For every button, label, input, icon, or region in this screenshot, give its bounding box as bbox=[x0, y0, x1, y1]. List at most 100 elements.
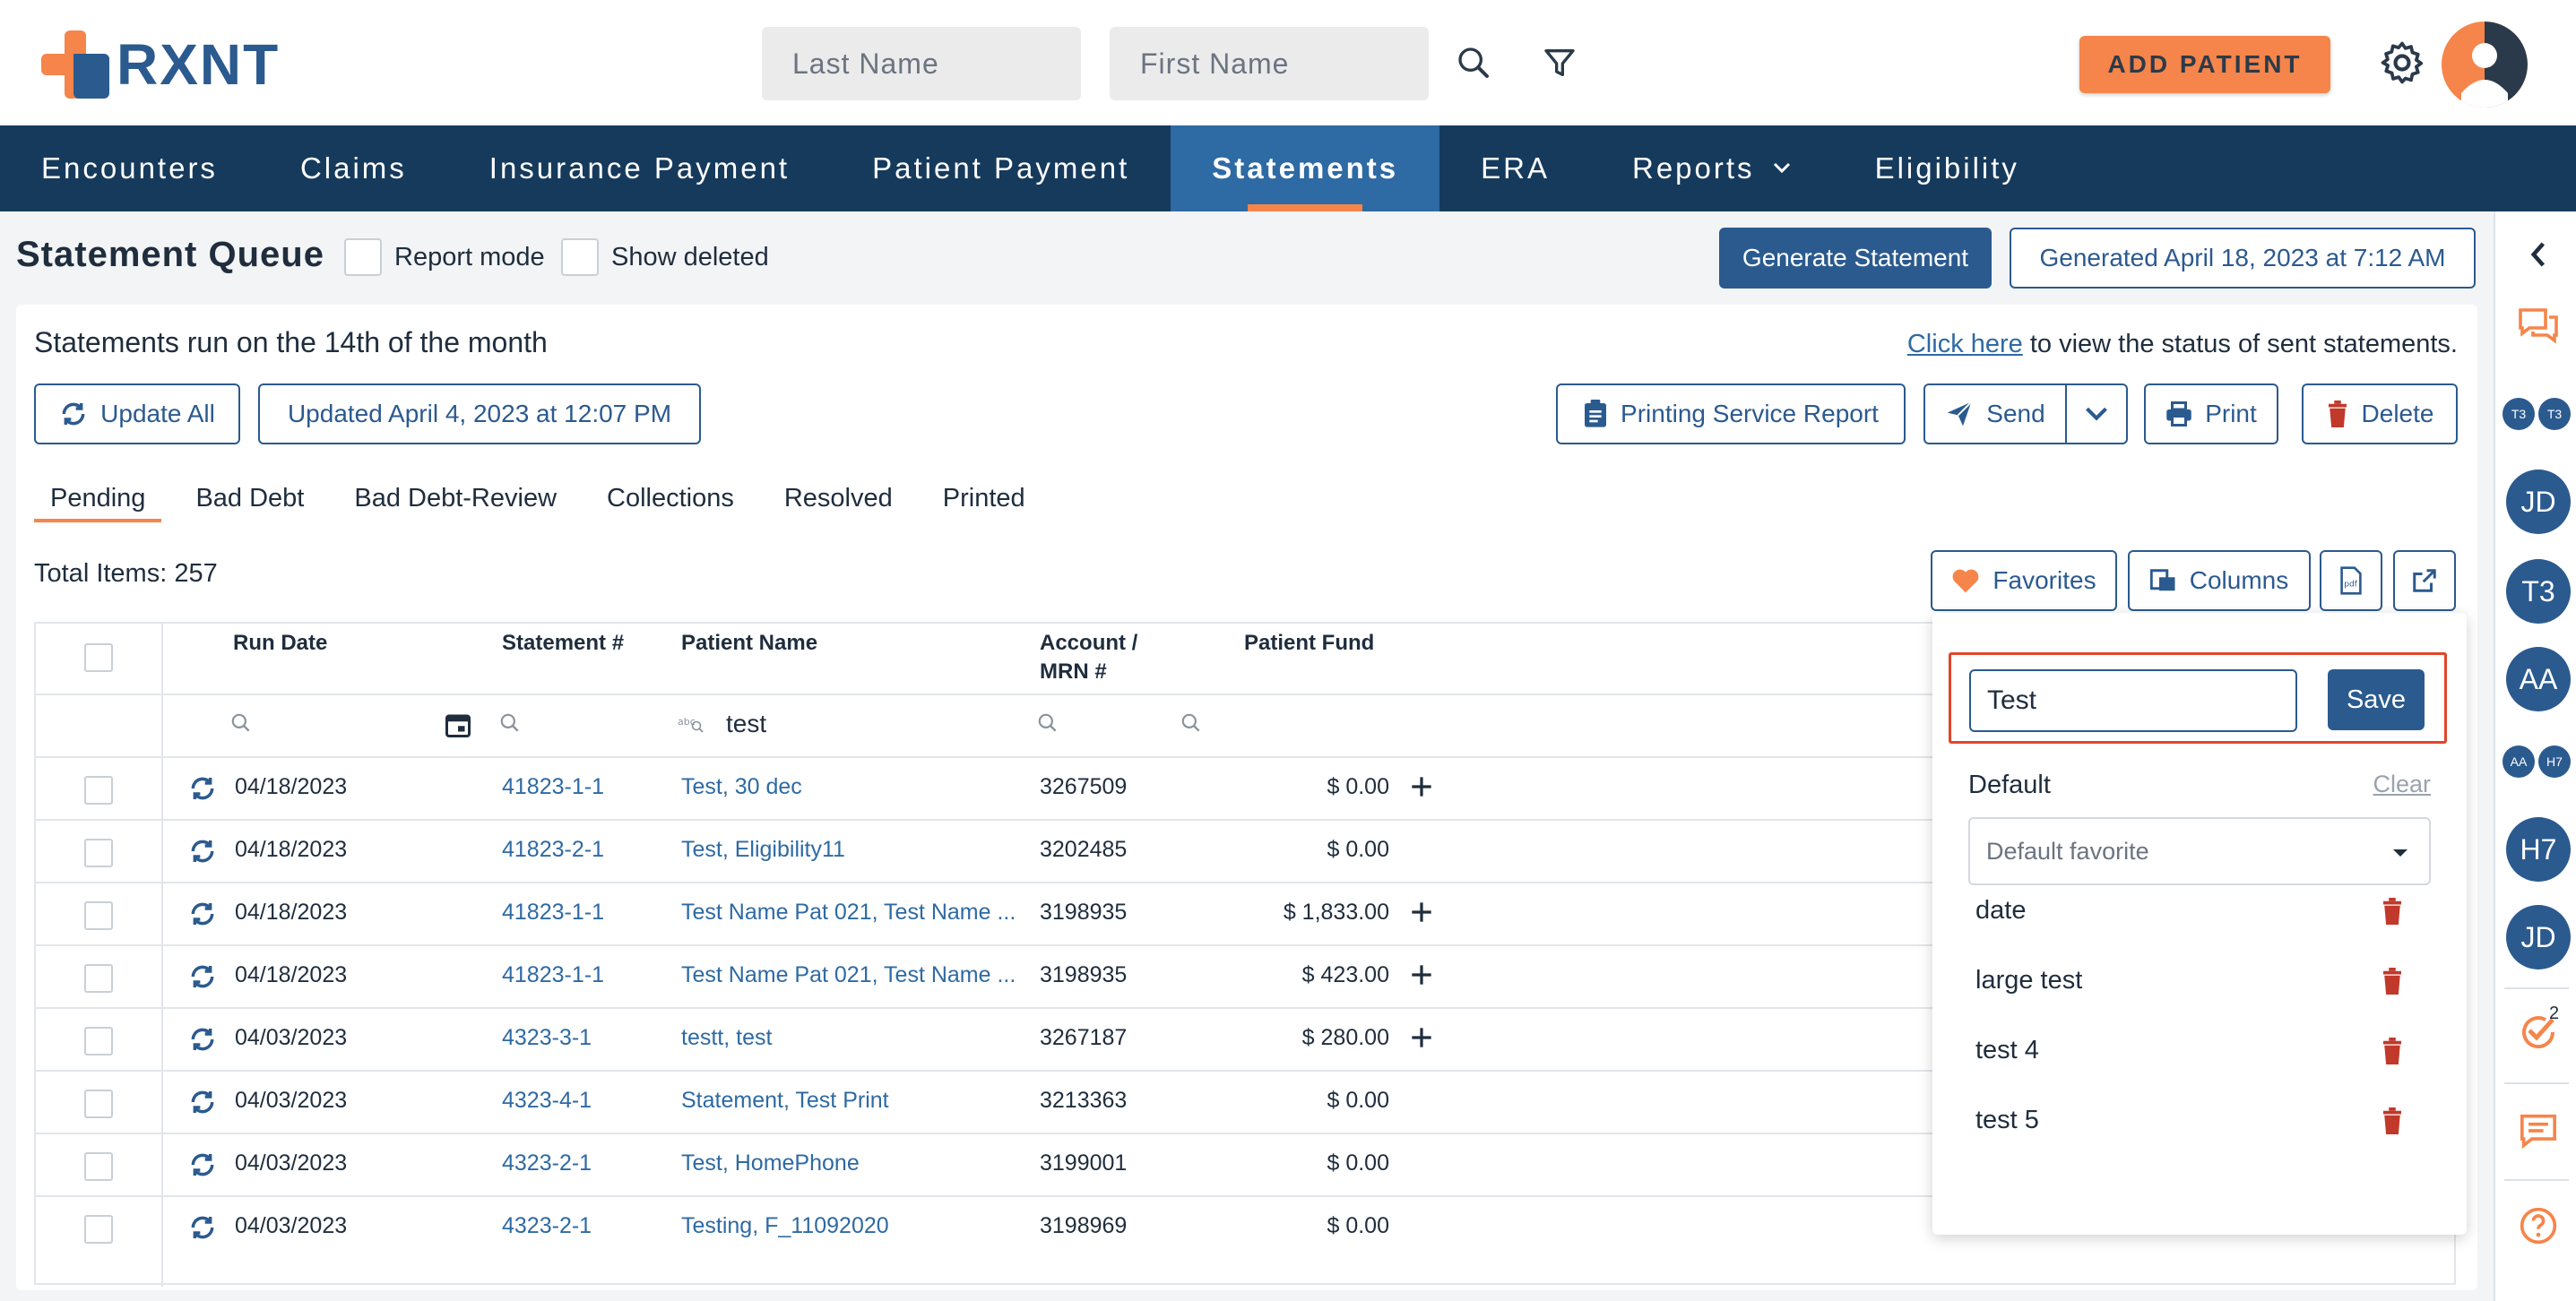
rail-avatar[interactable]: JD bbox=[2506, 470, 2571, 534]
nav-era[interactable]: ERA bbox=[1439, 125, 1591, 211]
refresh-icon[interactable] bbox=[188, 837, 217, 870]
favorite-item[interactable]: date bbox=[1975, 896, 2026, 926]
default-favorite-select[interactable]: Default favorite bbox=[1968, 817, 2431, 885]
header-patient-name[interactable]: Patient Name bbox=[681, 629, 817, 658]
row-checkbox[interactable] bbox=[84, 1027, 113, 1055]
select-all-checkbox[interactable] bbox=[84, 643, 113, 672]
tab-collections[interactable]: Collections bbox=[591, 484, 750, 522]
columns-button[interactable]: Columns bbox=[2128, 550, 2311, 611]
message-icon[interactable] bbox=[2515, 1107, 2562, 1154]
nav-claims[interactable]: Claims bbox=[259, 125, 448, 211]
row-checkbox[interactable] bbox=[84, 1152, 113, 1181]
cell-statement-link[interactable]: 4323-2-1 bbox=[502, 1213, 592, 1239]
row-checkbox[interactable] bbox=[84, 776, 113, 805]
generate-statement-button[interactable]: Generate Statement bbox=[1719, 228, 1992, 289]
report-mode-toggle[interactable]: Report mode bbox=[344, 238, 545, 276]
header-account-line1[interactable]: Account / bbox=[1040, 629, 1137, 658]
tab-bad-debt[interactable]: Bad Debt bbox=[179, 484, 320, 522]
search-icon[interactable] bbox=[1180, 711, 1203, 739]
refresh-icon[interactable] bbox=[188, 1088, 217, 1121]
search-icon[interactable] bbox=[498, 711, 522, 739]
tab-resolved[interactable]: Resolved bbox=[768, 484, 909, 522]
rail-avatar[interactable]: JD bbox=[2506, 905, 2571, 969]
chat-bubbles-icon[interactable] bbox=[2515, 303, 2562, 349]
show-deleted-toggle[interactable]: Show deleted bbox=[561, 238, 769, 276]
send-button[interactable]: Send bbox=[1923, 383, 2067, 444]
show-deleted-checkbox[interactable] bbox=[561, 238, 599, 276]
nav-reports[interactable]: Reports bbox=[1591, 125, 1834, 211]
row-checkbox[interactable] bbox=[84, 839, 113, 867]
export-button[interactable] bbox=[2393, 550, 2456, 611]
cell-statement-link[interactable]: 4323-2-1 bbox=[502, 1150, 592, 1176]
update-all-button[interactable]: Update All bbox=[34, 383, 240, 444]
pdf-export-button[interactable]: pdf bbox=[2320, 550, 2382, 611]
refresh-icon[interactable] bbox=[188, 962, 217, 995]
nav-encounters[interactable]: Encounters bbox=[0, 125, 259, 211]
calendar-icon[interactable] bbox=[445, 711, 471, 743]
user-avatar[interactable] bbox=[2442, 22, 2528, 108]
favorite-item[interactable]: test 5 bbox=[1975, 1106, 2039, 1135]
cell-patient-name-link[interactable]: Test, Eligibility11 bbox=[681, 837, 1024, 863]
search-icon[interactable] bbox=[1036, 711, 1059, 739]
task-check-icon[interactable]: 2 bbox=[2515, 1004, 2562, 1055]
refresh-icon[interactable] bbox=[188, 1025, 217, 1058]
nav-eligibility[interactable]: Eligibility bbox=[1834, 125, 2061, 211]
search-icon[interactable] bbox=[229, 711, 253, 739]
rail-badge[interactable]: T3 bbox=[2538, 398, 2571, 430]
printing-service-report-button[interactable]: Printing Service Report bbox=[1556, 383, 1906, 444]
tab-pending[interactable]: Pending bbox=[34, 484, 162, 522]
clear-default-link[interactable]: Clear bbox=[2373, 771, 2431, 798]
cell-patient-name-link[interactable]: Test Name Pat 021, Test Name ... bbox=[681, 900, 1024, 926]
text-filter-icon[interactable]: abc bbox=[678, 711, 705, 739]
generated-at-button[interactable]: Generated April 18, 2023 at 7:12 AM bbox=[2010, 228, 2476, 289]
tab-printed[interactable]: Printed bbox=[927, 484, 1042, 522]
header-run-date[interactable]: Run Date bbox=[233, 629, 327, 658]
row-checkbox[interactable] bbox=[84, 1215, 113, 1244]
report-mode-checkbox[interactable] bbox=[344, 238, 382, 276]
favorites-button[interactable]: Favorites bbox=[1931, 550, 2117, 611]
rail-avatar[interactable]: H7 bbox=[2506, 817, 2571, 882]
send-dropdown-button[interactable] bbox=[2065, 383, 2128, 444]
trash-icon[interactable] bbox=[2381, 898, 2406, 926]
plus-icon[interactable] bbox=[1407, 961, 1436, 994]
patient-name-filter-input[interactable]: test bbox=[726, 710, 766, 738]
trash-icon[interactable] bbox=[2381, 1107, 2406, 1136]
click-here-link[interactable]: Click here bbox=[1907, 330, 2023, 358]
nav-statements[interactable]: Statements bbox=[1171, 125, 1440, 211]
print-button[interactable]: Print bbox=[2144, 383, 2278, 444]
cell-statement-link[interactable]: 41823-1-1 bbox=[502, 900, 604, 926]
refresh-icon[interactable] bbox=[188, 774, 217, 807]
cell-statement-link[interactable]: 41823-2-1 bbox=[502, 837, 604, 863]
delete-button[interactable]: Delete bbox=[2302, 383, 2458, 444]
trash-icon[interactable] bbox=[2381, 1038, 2406, 1066]
save-favorite-button[interactable]: Save bbox=[2328, 669, 2425, 730]
refresh-icon[interactable] bbox=[188, 900, 217, 933]
cell-patient-name-link[interactable]: Test Name Pat 021, Test Name ... bbox=[681, 962, 1024, 988]
help-icon[interactable] bbox=[2515, 1202, 2562, 1249]
cell-patient-name-link[interactable]: Test, HomePhone bbox=[681, 1150, 1024, 1176]
cell-patient-name-link[interactable]: testt, test bbox=[681, 1025, 1024, 1051]
cell-statement-link[interactable]: 4323-3-1 bbox=[502, 1025, 592, 1051]
cell-patient-name-link[interactable]: Testing, F_11092020 bbox=[681, 1213, 1024, 1239]
nav-insurance-payment[interactable]: Insurance Payment bbox=[448, 125, 831, 211]
chevron-left-icon[interactable] bbox=[2515, 231, 2562, 278]
row-checkbox[interactable] bbox=[84, 901, 113, 930]
gear-icon[interactable] bbox=[2377, 38, 2427, 88]
header-patient-fund[interactable]: Patient Fund bbox=[1244, 629, 1374, 658]
cell-statement-link[interactable]: 4323-4-1 bbox=[502, 1088, 592, 1114]
first-name-input[interactable] bbox=[1110, 27, 1429, 100]
last-name-input[interactable] bbox=[762, 27, 1081, 100]
favorite-item[interactable]: large test bbox=[1975, 966, 2082, 995]
nav-patient-payment[interactable]: Patient Payment bbox=[831, 125, 1171, 211]
add-patient-button[interactable]: ADD PATIENT bbox=[2079, 36, 2330, 93]
favorite-name-input[interactable] bbox=[1969, 669, 2297, 732]
header-statement[interactable]: Statement # bbox=[502, 629, 624, 658]
plus-icon[interactable] bbox=[1407, 772, 1436, 806]
refresh-icon[interactable] bbox=[188, 1150, 217, 1184]
trash-icon[interactable] bbox=[2381, 968, 2406, 996]
rail-avatar[interactable]: AA bbox=[2506, 647, 2571, 711]
row-checkbox[interactable] bbox=[84, 1090, 113, 1118]
rail-badge[interactable]: T3 bbox=[2503, 398, 2535, 430]
rxnt-logo[interactable]: RXNT bbox=[41, 30, 280, 99]
refresh-icon[interactable] bbox=[188, 1213, 217, 1246]
